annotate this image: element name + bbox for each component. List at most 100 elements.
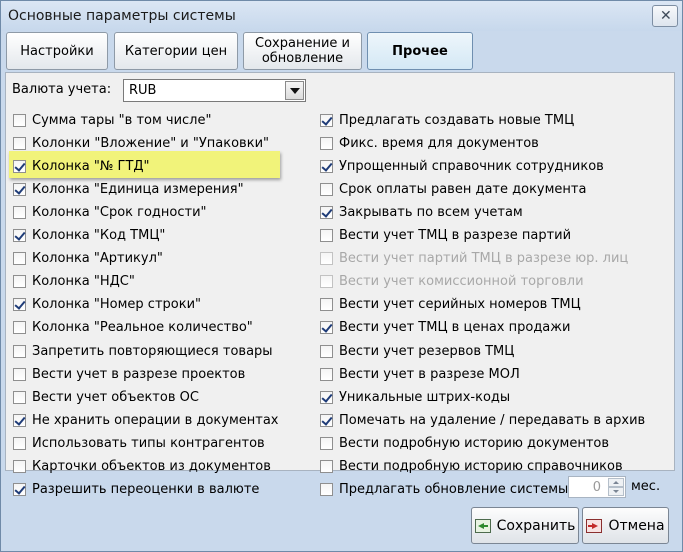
option-row[interactable]: Колонка "Артикул" [13, 250, 163, 268]
option-checkbox[interactable] [13, 159, 26, 173]
save-button-label: Сохранить [496, 517, 576, 534]
option-row[interactable]: Вести подробную историю справочников [320, 458, 623, 476]
option-label: Запретить повторяющиеся товары [32, 343, 273, 359]
option-row[interactable]: Вести учет комиссионной торговли [320, 273, 584, 291]
option-checkbox[interactable] [13, 367, 26, 381]
option-checkbox[interactable] [320, 390, 333, 404]
option-row[interactable]: Карточки объектов из документов [13, 458, 271, 476]
option-checkbox[interactable] [320, 159, 333, 173]
option-label: Вести учет в разрезе проектов [32, 366, 246, 382]
option-checkbox[interactable] [320, 367, 333, 381]
option-checkbox[interactable] [320, 298, 333, 312]
option-checkbox[interactable] [320, 182, 333, 196]
option-checkbox[interactable] [13, 460, 26, 473]
cancel-button[interactable]: Отмена [582, 507, 669, 544]
close-button[interactable]: ✕ [652, 5, 678, 27]
option-checkbox[interactable] [13, 182, 26, 196]
option-checkbox[interactable] [320, 205, 333, 219]
option-checkbox[interactable] [13, 205, 26, 219]
option-row[interactable]: Вести учет в разрезе МОЛ [320, 365, 520, 383]
option-row[interactable]: Колонки "Вложение" и "Упаковки" [13, 134, 269, 152]
option-row[interactable]: Вести учет резервов ТМЦ [320, 342, 514, 360]
option-checkbox[interactable] [320, 413, 333, 427]
option-row[interactable]: Сумма тары "в том числе" [13, 111, 211, 129]
title-bar: Основные параметры системы ✕ [1, 1, 682, 31]
option-row[interactable]: Помечать на удаление / передавать в архи… [320, 411, 645, 429]
option-row[interactable]: Вести учет серийных номеров ТМЦ [320, 296, 581, 314]
option-row[interactable]: Вести учет партий ТМЦ в разрезе юр. лиц [320, 250, 628, 268]
option-row[interactable]: Колонка "№ ГТД" [13, 157, 150, 175]
currency-select[interactable]: RUB [123, 79, 306, 102]
spin-down-icon[interactable] [608, 487, 624, 496]
option-checkbox[interactable] [320, 113, 333, 127]
currency-value: RUB [129, 83, 157, 98]
tab-other[interactable]: Прочее [367, 32, 473, 70]
tab-settings[interactable]: Настройки [6, 32, 108, 70]
option-checkbox[interactable] [320, 436, 333, 450]
option-checkbox[interactable] [320, 321, 333, 335]
option-row[interactable]: Уникальные штрих-коды [320, 388, 510, 406]
option-row[interactable]: Вести подробную историю документов [320, 434, 609, 452]
option-checkbox[interactable] [320, 136, 333, 150]
option-row[interactable]: Закрывать по всем учетам [320, 203, 523, 221]
option-row[interactable]: Срок оплаты равен дате документа [320, 180, 586, 198]
option-label: Вести подробную историю документов [339, 435, 610, 451]
tab-price-categories[interactable]: Категории цен [114, 32, 238, 70]
tab-label: Категории цен [124, 43, 228, 59]
option-checkbox[interactable] [320, 460, 333, 473]
option-label: Колонка "Срок годности" [32, 204, 207, 220]
option-row[interactable]: Колонка "Срок годности" [13, 203, 207, 221]
option-label: Помечать на удаление / передавать в архи… [339, 412, 646, 428]
option-label: Вести учет партий ТМЦ в разрезе юр. лиц [339, 251, 629, 267]
option-checkbox[interactable] [13, 321, 26, 335]
update-interval-spinner[interactable]: 0 [568, 476, 626, 498]
option-row[interactable]: Не хранить операции в документах [13, 411, 279, 429]
option-row[interactable]: Колонка "Реальное количество" [13, 319, 253, 337]
option-checkbox[interactable] [13, 252, 26, 266]
option-label: Упрощенный справочник сотрудников [339, 158, 604, 174]
option-row[interactable]: Колонка "Единица измерения" [13, 180, 244, 198]
option-row[interactable]: Колонка "НДС" [13, 273, 135, 291]
option-row[interactable]: Запретить повторяющиеся товары [13, 342, 273, 360]
option-row[interactable]: Колонка "Код ТМЦ" [13, 227, 165, 245]
tab-save-update[interactable]: Сохранение и обновление [243, 32, 362, 70]
chevron-down-icon[interactable] [285, 81, 304, 100]
option-checkbox[interactable] [13, 344, 26, 358]
save-button[interactable]: Сохранить [471, 507, 579, 544]
option-checkbox[interactable] [13, 413, 26, 427]
option-row[interactable]: Вести учет ТМЦ в разрезе партий [320, 227, 571, 245]
option-label: Предлагать обновление системы [339, 482, 569, 498]
option-row[interactable]: Колонка "Номер строки" [13, 296, 201, 314]
option-checkbox[interactable] [13, 136, 26, 150]
option-checkbox[interactable] [13, 483, 26, 497]
option-row[interactable]: Предлагать создавать новые ТМЦ [320, 111, 574, 129]
option-label: Карточки объектов из документов [32, 459, 271, 474]
update-interval-value: 0 [592, 480, 601, 495]
option-row[interactable]: Разрешить переоценки в валюте [13, 481, 259, 499]
option-checkbox[interactable] [13, 390, 26, 404]
option-row[interactable]: Вести учет в разрезе проектов [13, 365, 245, 383]
close-icon: ✕ [660, 8, 672, 24]
option-checkbox[interactable] [13, 298, 26, 312]
option-label: Не хранить операции в документах [32, 412, 279, 428]
option-label: Разрешить переоценки в валюте [32, 482, 260, 498]
option-checkbox[interactable] [13, 113, 26, 127]
update-interval-unit: мес. [631, 479, 661, 494]
option-checkbox[interactable] [13, 229, 26, 242]
option-row[interactable]: Использовать типы контрагентов [13, 434, 265, 452]
option-row[interactable]: Упрощенный справочник сотрудников [320, 157, 604, 175]
option-row[interactable]: Вести учет объектов ОС [13, 388, 199, 406]
option-label: Колонка "Артикул" [32, 251, 163, 267]
option-checkbox[interactable] [320, 344, 333, 358]
option-row[interactable]: Вести учет ТМЦ в ценах продажи [320, 319, 570, 337]
tab-label: Сохранение и обновление [255, 36, 350, 66]
option-label: Закрывать по всем учетам [339, 204, 523, 220]
option-row[interactable]: Фикс. время для документов [320, 134, 539, 152]
option-checkbox[interactable] [13, 436, 26, 450]
option-checkbox[interactable] [320, 229, 333, 242]
spin-up-icon[interactable] [608, 478, 624, 487]
option-row[interactable]: Предлагать обновление системы [320, 481, 568, 499]
option-checkbox[interactable] [320, 483, 333, 497]
option-checkbox[interactable] [13, 275, 26, 289]
option-label: Вести учет ТМЦ в ценах продажи [339, 320, 571, 336]
